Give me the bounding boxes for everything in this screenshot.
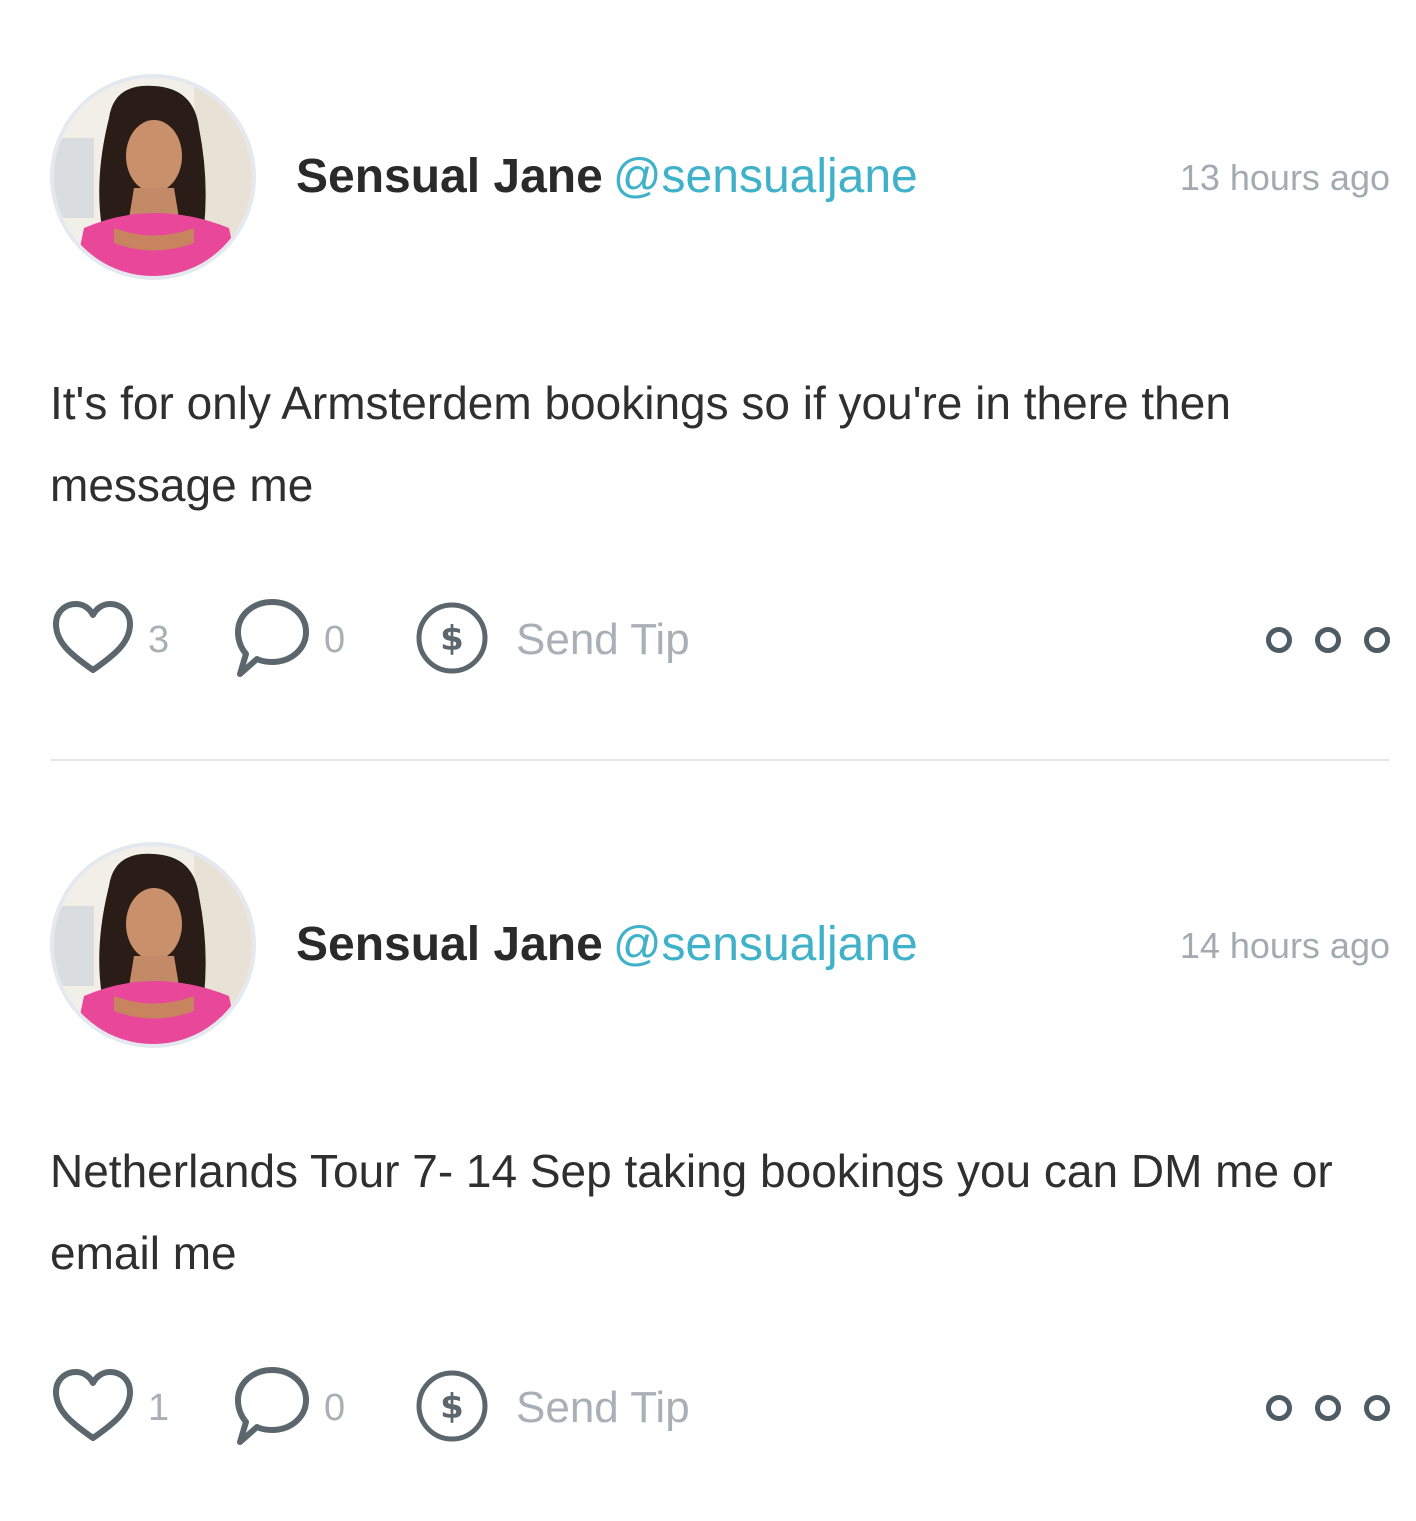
author-line: Sensual Jane @sensualjane bbox=[296, 914, 918, 987]
author-handle[interactable]: @sensualjane bbox=[613, 150, 918, 203]
like-button[interactable]: 1 bbox=[50, 1368, 169, 1448]
send-tip-label: Send Tip bbox=[516, 1383, 690, 1432]
svg-text:$: $ bbox=[440, 619, 464, 659]
avatar-photo bbox=[54, 846, 252, 1044]
post: Sensual Jane @sensualjane 13 hours ago It… bbox=[50, 74, 1390, 677]
like-count: 1 bbox=[148, 1386, 170, 1429]
post: Sensual Jane @sensualjane 14 hours ago Ne… bbox=[50, 842, 1390, 1445]
more-dots-icon bbox=[1266, 627, 1292, 653]
comment-button[interactable]: 0 bbox=[232, 598, 346, 680]
send-tip-label: Send Tip bbox=[516, 615, 690, 664]
heart-icon bbox=[50, 598, 136, 683]
more-options-button[interactable] bbox=[1266, 1394, 1390, 1422]
author-handle[interactable]: @sensualjane bbox=[613, 918, 918, 971]
like-button[interactable]: 3 bbox=[50, 600, 169, 680]
speech-bubble-icon bbox=[232, 596, 312, 685]
author-line: Sensual Jane @sensualjane bbox=[296, 146, 918, 219]
post-actions: 1 0 $ Send Tip bbox=[50, 1366, 1390, 1448]
post-timestamp: 13 hours ago bbox=[1179, 157, 1390, 198]
dollar-coin-icon: $ bbox=[414, 1368, 490, 1449]
more-dots-icon bbox=[1315, 1395, 1341, 1421]
more-dots-icon bbox=[1315, 627, 1341, 653]
avatar[interactable] bbox=[50, 74, 256, 280]
like-count: 3 bbox=[148, 618, 170, 661]
comment-count: 0 bbox=[324, 1386, 346, 1429]
more-options-button[interactable] bbox=[1266, 626, 1390, 654]
post-actions: 3 0 $ Send Tip bbox=[50, 598, 1390, 680]
avatar[interactable] bbox=[50, 842, 256, 1048]
comment-button[interactable]: 0 bbox=[232, 1366, 346, 1448]
more-dots-icon bbox=[1364, 1395, 1390, 1421]
comment-count: 0 bbox=[324, 618, 346, 661]
speech-bubble-icon bbox=[232, 1364, 312, 1453]
avatar-photo bbox=[54, 78, 252, 276]
post-timestamp: 14 hours ago bbox=[1179, 925, 1390, 966]
post-text: It's for only Armsterdem bookings so if … bbox=[50, 377, 1231, 511]
dollar-coin-icon: $ bbox=[414, 600, 490, 681]
post-header: Sensual Jane @sensualjane 14 hours ago bbox=[50, 842, 1390, 1056]
heart-icon bbox=[50, 1366, 136, 1451]
more-dots-icon bbox=[1266, 1395, 1292, 1421]
more-dots-icon bbox=[1364, 627, 1390, 653]
author-name[interactable]: Sensual Jane bbox=[296, 918, 603, 971]
post-divider bbox=[50, 759, 1390, 761]
send-tip-button[interactable]: $ Send Tip bbox=[414, 600, 690, 680]
author-name[interactable]: Sensual Jane bbox=[296, 150, 603, 203]
post-text: Netherlands Tour 7- 14 Sep taking bookin… bbox=[50, 1145, 1333, 1279]
svg-text:$: $ bbox=[440, 1387, 464, 1427]
send-tip-button[interactable]: $ Send Tip bbox=[414, 1368, 690, 1448]
post-header: Sensual Jane @sensualjane 13 hours ago bbox=[50, 74, 1390, 288]
